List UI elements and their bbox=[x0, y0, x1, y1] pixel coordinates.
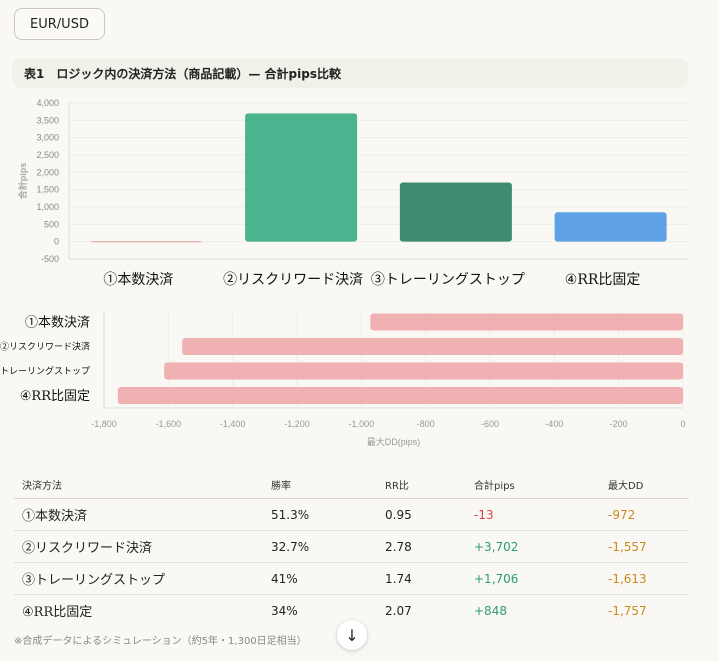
bar bbox=[164, 362, 683, 380]
method-cell: ④RR比固定 bbox=[22, 605, 93, 620]
col-winrate: 勝率 bbox=[263, 470, 377, 499]
x-tick-label: -400 bbox=[545, 419, 563, 429]
bar bbox=[370, 313, 683, 331]
y-tick-label: ②リスクリワード決済 bbox=[0, 341, 90, 353]
col-max-dd: 最大DD bbox=[600, 470, 689, 499]
max-dd-cell: -1,757 bbox=[608, 603, 647, 618]
y-tick-label: ①本数決済 bbox=[25, 314, 90, 330]
max-dd-bar-chart: -1,800 -1,600 -1,400 -1,200 -1,000 -800 -600 -4… bbox=[0, 310, 686, 447]
x-tick-label: -800 bbox=[417, 419, 435, 429]
y-tick-label: -500 bbox=[41, 254, 59, 264]
rr-ratio-cell: 1.74 bbox=[377, 562, 466, 595]
col-total-pips: 合計pips bbox=[466, 470, 600, 499]
win-rate-cell: 32.7% bbox=[263, 530, 377, 563]
x-axis-label: 最大DD(pips) bbox=[367, 436, 421, 447]
y-tick-label: 1,500 bbox=[36, 185, 59, 195]
total-pips-cell: +848 bbox=[474, 603, 507, 618]
table-row: ②リスクリワード決済 32.7% 2.78 +3,702 -1,557 bbox=[14, 530, 689, 563]
col-rr: RR比 bbox=[377, 470, 466, 499]
win-rate-cell: 51.3% bbox=[263, 498, 377, 531]
y-tick-label: 500 bbox=[44, 219, 59, 229]
y-tick-label: 2,500 bbox=[36, 150, 59, 160]
method-cell: ②リスクリワード決済 bbox=[14, 530, 263, 563]
y-tick-label: 3,000 bbox=[36, 133, 59, 143]
max-dd-cell: -1,557 bbox=[600, 530, 689, 563]
simulation-note: ※合成データによるシミュレーション（約5年・1,300日足相当） bbox=[14, 636, 307, 647]
bar bbox=[90, 241, 203, 243]
rr-ratio-cell: 0.95 bbox=[377, 498, 466, 531]
total-pips-cell: +3,702 bbox=[466, 530, 600, 563]
total-pips-cell: -13 bbox=[466, 498, 600, 531]
scroll-down-button[interactable]: ↓ bbox=[337, 620, 367, 650]
x-tick-label: -600 bbox=[481, 419, 499, 429]
bar bbox=[399, 182, 512, 242]
y-axis-label: 合計pips bbox=[17, 163, 28, 200]
total-pips-cell: +1,706 bbox=[466, 562, 600, 595]
x-tick-label: -1,800 bbox=[91, 419, 117, 429]
win-rate-cell: 41% bbox=[263, 562, 377, 595]
x-tick-label: ④RR比固定 bbox=[565, 272, 641, 288]
x-tick-label: ②リスクリワード決済 bbox=[223, 272, 363, 288]
y-tick-label: ③トレーリングストップ bbox=[0, 365, 90, 377]
total-pips-bar-chart: 4,000 3,500 3,000 2,500 2,000 1,500 1,000 500 0 -… bbox=[17, 98, 688, 288]
arrow-down-icon: ↓ bbox=[345, 625, 359, 645]
x-tick-label: -1,600 bbox=[156, 419, 182, 429]
table-header-row: 決済方法 勝率 RR比 合計pips 最大DD bbox=[14, 470, 689, 499]
x-tick-label: -1,200 bbox=[284, 419, 310, 429]
x-tick-label: 0 bbox=[680, 419, 685, 429]
bar bbox=[182, 338, 684, 355]
currency-pair-button[interactable]: EUR/USD bbox=[14, 8, 105, 40]
rr-ratio-cell: 2.07 bbox=[385, 603, 412, 618]
bar bbox=[554, 212, 667, 242]
method-cell: ①本数決済 bbox=[14, 498, 263, 531]
x-tick-label: -1,400 bbox=[220, 419, 246, 429]
max-dd-cell: -972 bbox=[600, 498, 689, 531]
table-caption: 表1 ロジック内の決済方法（商品記載）— 合計pips比較 bbox=[12, 58, 688, 88]
bar bbox=[245, 113, 358, 242]
table-row: ③トレーリングストップ 41% 1.74 +1,706 -1,613 bbox=[14, 562, 689, 595]
method-cell: ③トレーリングストップ bbox=[14, 562, 263, 595]
y-tick-label: 1,000 bbox=[36, 202, 59, 212]
y-tick-label: 4,000 bbox=[36, 98, 59, 108]
table-row: ①本数決済 51.3% 0.95 -13 -972 bbox=[14, 498, 689, 531]
results-table: 決済方法 勝率 RR比 合計pips 最大DD ①本数決済 51.3% 0.95 -1… bbox=[14, 470, 689, 626]
rr-ratio-cell: 2.78 bbox=[377, 530, 466, 563]
col-method: 決済方法 bbox=[14, 470, 263, 499]
bar bbox=[117, 387, 683, 404]
x-tick-label: ①本数決済 bbox=[103, 272, 173, 288]
y-tick-label: 0 bbox=[54, 237, 59, 247]
y-tick-label: 3,500 bbox=[36, 115, 59, 125]
y-tick-label: ④RR比固定 bbox=[20, 389, 90, 404]
max-dd-cell: -1,613 bbox=[600, 562, 689, 595]
x-tick-label: -200 bbox=[610, 419, 628, 429]
y-tick-label: 2,000 bbox=[36, 167, 59, 177]
x-tick-label: ③トレーリングストップ bbox=[371, 272, 525, 288]
x-tick-label: -1,000 bbox=[349, 419, 375, 429]
